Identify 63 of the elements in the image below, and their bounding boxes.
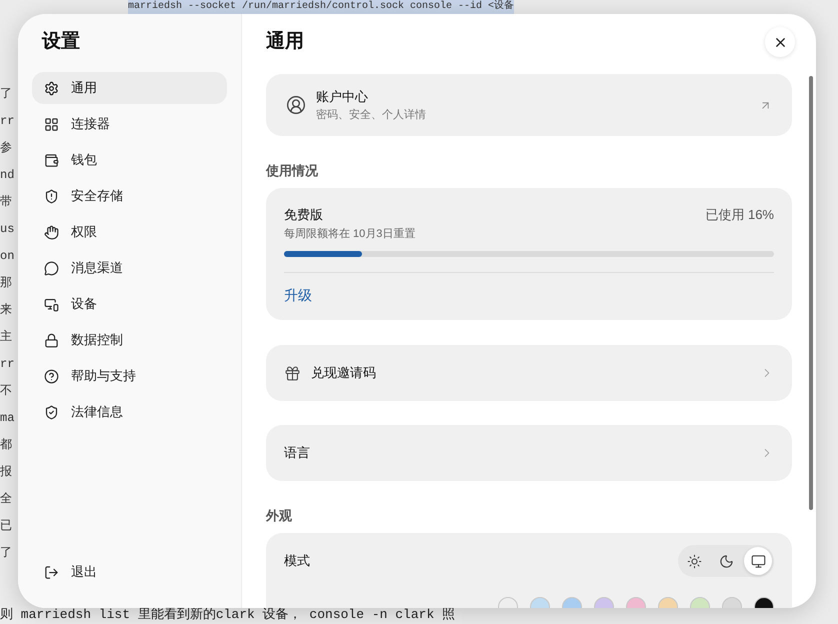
account-card[interactable]: 账户中心 密码、安全、个人详情	[266, 74, 792, 136]
page-title: 通用	[266, 30, 304, 54]
document-text: 了	[0, 86, 13, 103]
document-text: 参	[0, 140, 13, 157]
usage-percent: 已使用 16%	[705, 206, 774, 224]
plan-name: 免费版	[284, 206, 323, 224]
mode-label: 模式	[284, 552, 310, 570]
document-text: rr	[0, 113, 16, 130]
settings-row[interactable]: 语言	[266, 425, 792, 481]
document-text: 已	[0, 518, 13, 535]
sidebar-item[interactable]: 设备	[32, 288, 227, 320]
monitor-icon	[750, 554, 766, 568]
document-text: 则 marriedsh list 里能看到新的clark 设备， console -n clark 照	[0, 606, 456, 624]
logout-icon	[44, 564, 59, 580]
document-text: on	[0, 248, 16, 265]
upgrade-link[interactable]: 升级	[284, 285, 312, 306]
sidebar-item[interactable]: 安全存储	[32, 180, 227, 212]
sidebar-item[interactable]: 法律信息	[32, 396, 227, 428]
logout-item[interactable]: 退出	[32, 556, 227, 588]
sidebar-title: 设置	[40, 30, 81, 54]
document-text: ma	[0, 410, 16, 427]
sidebar-item[interactable]: 数据控制	[32, 324, 227, 356]
section-heading: 外观	[266, 507, 293, 525]
gift-icon	[284, 364, 301, 382]
user-icon	[286, 95, 306, 115]
sidebar-item[interactable]: 连接器	[32, 108, 227, 140]
sidebar-item[interactable]: 钱包	[32, 144, 227, 176]
gear-icon	[44, 80, 59, 96]
document-text: 带	[0, 194, 13, 211]
close-button[interactable]	[765, 27, 795, 57]
sidebar-item[interactable]: 消息渠道	[32, 252, 227, 284]
lock-icon	[44, 332, 59, 348]
document-text: rr	[0, 356, 16, 373]
wallet-icon	[44, 152, 59, 168]
document-text: 报	[0, 464, 13, 481]
document-text: 都	[0, 437, 13, 454]
grid-icon	[44, 116, 59, 132]
reset-note: 每周限额将在 10月3日重置	[284, 226, 416, 242]
document-text: nd	[0, 167, 16, 184]
document-text: 主	[0, 328, 13, 346]
document-text: 那	[0, 275, 13, 292]
shield-icon	[44, 188, 59, 204]
chat-bubble-icon	[44, 260, 59, 276]
sidebar-item[interactable]: 权限	[32, 216, 227, 248]
section-heading: 使用情况	[266, 162, 319, 180]
document-text: 了	[0, 545, 13, 562]
document-text: marriedsh --socket /run/marriedsh/control.sock console --id <设备	[128, 0, 514, 14]
devices-icon	[44, 296, 59, 312]
help-icon	[44, 368, 59, 384]
document-text: 不	[0, 383, 13, 400]
document-text: us	[0, 221, 16, 238]
sidebar-item[interactable]: 帮助与支持	[32, 360, 227, 392]
moon-icon	[718, 554, 734, 568]
hand-icon	[44, 224, 59, 240]
settings-row[interactable]: 兑现邀请码	[266, 345, 792, 401]
document-text: 来	[0, 302, 13, 319]
shield-check-icon	[44, 404, 59, 420]
sidebar-item[interactable]: 通用	[32, 72, 227, 104]
account-subtitle: 密码、安全、个人详情	[316, 108, 427, 122]
account-title: 账户中心	[316, 88, 369, 106]
document-text: 全	[0, 491, 13, 508]
mode-option[interactable]	[744, 547, 772, 575]
sun-icon	[686, 554, 702, 568]
